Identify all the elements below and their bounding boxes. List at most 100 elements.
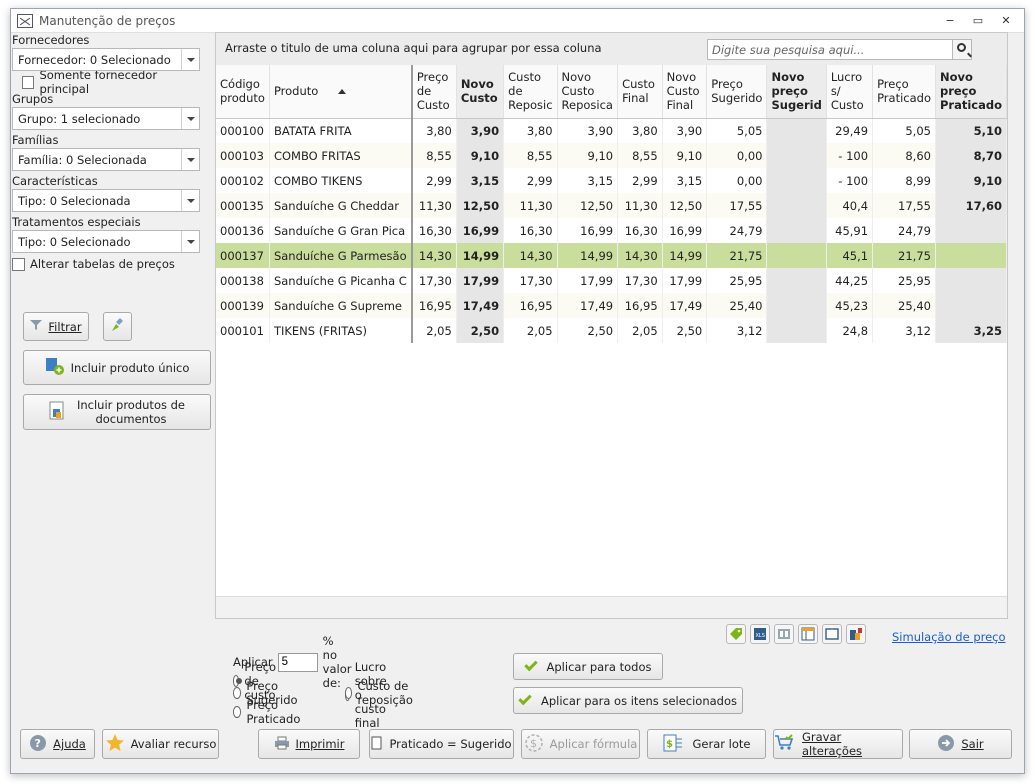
- cell-novo-custo-final[interactable]: 3,15: [662, 168, 708, 193]
- grupo-combo[interactable]: Grupo: 1 selecionado: [12, 107, 200, 130]
- cell-codigo[interactable]: 000138: [216, 268, 270, 293]
- table-row[interactable]: 000100 BATATA FRITA 3,80 3,90 3,80 3,90 3,80 3,…: [216, 118, 1008, 143]
- cell-novo-preco-praticado[interactable]: 8,70: [935, 143, 1008, 168]
- table-row[interactable]: 000139 Sanduíche G Supreme 16,95 17,49 16,95…: [216, 293, 1008, 318]
- cell-preco-praticado[interactable]: 3,12: [872, 318, 936, 343]
- cell-novo-custo-reposicao[interactable]: 16,99: [557, 218, 619, 243]
- cell-custo-final[interactable]: 14,30: [617, 243, 663, 268]
- search-button[interactable]: [952, 39, 972, 60]
- cell-preco-custo[interactable]: 8,55: [411, 143, 457, 168]
- cell-produto[interactable]: BATATA FRITA: [269, 118, 413, 143]
- cell-preco-sugerido[interactable]: 21,75: [706, 243, 768, 268]
- col-produto[interactable]: Produto: [269, 65, 413, 119]
- cell-custo-reposicao[interactable]: 16,30: [503, 218, 558, 243]
- cell-novo-custo[interactable]: 14,99: [456, 243, 505, 268]
- sair-button[interactable]: Sair: [909, 729, 1012, 759]
- imprimir-button[interactable]: Imprimir: [258, 729, 360, 759]
- chevron-down-icon[interactable]: [181, 231, 199, 252]
- cell-novo-preco-sugerido[interactable]: [766, 118, 827, 143]
- cell-produto[interactable]: TIKENS (FRITAS): [269, 318, 413, 343]
- radio-preco-praticado[interactable]: Preço Praticado: [233, 698, 304, 726]
- cell-novo-custo[interactable]: 9,10: [456, 143, 505, 168]
- frame-icon[interactable]: [822, 624, 842, 644]
- cell-lucro-custo[interactable]: 40,4: [826, 193, 874, 218]
- col-novo-preco-sugerido[interactable]: Novo preço Sugerid: [766, 65, 827, 119]
- cell-novo-custo-final[interactable]: 17,49: [662, 293, 708, 318]
- cell-preco-sugerido[interactable]: 0,00: [706, 143, 768, 168]
- table-row[interactable]: 000136 Sanduíche G Gran Pica 16,30 16,99 16,…: [216, 218, 1008, 243]
- col-novo-custo[interactable]: Novo Custo: [456, 65, 505, 119]
- cell-custo-final[interactable]: 11,30: [617, 193, 663, 218]
- cell-lucro-custo[interactable]: - 100: [826, 168, 874, 193]
- incluir-produtos-documentos-button[interactable]: Incluir produtos de documentos: [23, 394, 211, 430]
- cell-preco-custo[interactable]: 17,30: [411, 268, 457, 293]
- cell-custo-final[interactable]: 17,30: [617, 268, 663, 293]
- percent-input[interactable]: [277, 652, 318, 672]
- cell-novo-preco-praticado[interactable]: 17,60: [935, 193, 1008, 218]
- cell-preco-custo[interactable]: 2,05: [411, 318, 457, 343]
- cell-lucro-custo[interactable]: 45,91: [826, 218, 874, 243]
- cell-novo-custo[interactable]: 12,50: [456, 193, 505, 218]
- cell-codigo[interactable]: 000137: [216, 243, 270, 268]
- table-row[interactable]: 000101 TIKENS (FRITAS) 2,05 2,50 2,05 2,50 2,0…: [216, 318, 1008, 343]
- cell-novo-preco-praticado[interactable]: [935, 293, 1008, 318]
- cell-preco-praticado[interactable]: 21,75: [872, 243, 936, 268]
- cell-preco-custo[interactable]: 16,30: [411, 218, 457, 243]
- cell-custo-final[interactable]: 2,99: [617, 168, 663, 193]
- cell-lucro-custo[interactable]: 45,23: [826, 293, 874, 318]
- cell-preco-sugerido[interactable]: 3,12: [706, 318, 768, 343]
- cell-novo-custo[interactable]: 16,99: [456, 218, 505, 243]
- cell-novo-preco-praticado[interactable]: [935, 218, 1008, 243]
- fornecedor-combo[interactable]: Fornecedor: 0 Selecionado: [12, 48, 200, 71]
- layout-icon[interactable]: [798, 624, 818, 644]
- cell-preco-custo[interactable]: 2,99: [411, 168, 457, 193]
- tratamento-combo[interactable]: Tipo: 0 Selecionado: [12, 230, 200, 253]
- cell-novo-custo-final[interactable]: 17,99: [662, 268, 708, 293]
- cell-lucro-custo[interactable]: 24,8: [826, 318, 874, 343]
- col-novo-custo-reposicao[interactable]: Novo Custo Reposica: [557, 65, 619, 119]
- cell-codigo[interactable]: 000103: [216, 143, 270, 168]
- familia-combo[interactable]: Família: 0 Selecionada: [12, 148, 200, 171]
- cell-codigo[interactable]: 000100: [216, 118, 270, 143]
- cell-novo-custo-final[interactable]: 14,99: [662, 243, 708, 268]
- cell-novo-custo-final[interactable]: 3,90: [662, 118, 708, 143]
- incluir-produto-unico-button[interactable]: Incluir produto único: [23, 350, 211, 385]
- cell-custo-reposicao[interactable]: 3,80: [503, 118, 558, 143]
- cell-novo-preco-sugerido[interactable]: [766, 318, 827, 343]
- close-button[interactable]: ✕: [992, 12, 1020, 30]
- cell-novo-custo[interactable]: 17,99: [456, 268, 505, 293]
- cell-produto[interactable]: COMBO FRITAS: [269, 143, 413, 168]
- table-row[interactable]: 000138 Sanduíche G Picanha C 17,30 17,99 17,…: [216, 268, 1008, 293]
- cell-novo-custo-reposicao[interactable]: 12,50: [557, 193, 619, 218]
- col-codigo[interactable]: Código produto: [216, 65, 270, 119]
- cell-novo-custo-reposicao[interactable]: 17,99: [557, 268, 619, 293]
- products-icon[interactable]: [846, 624, 866, 644]
- col-novo-preco-praticado[interactable]: Novo preço Praticado: [935, 65, 1008, 119]
- col-preco-custo[interactable]: Preço de Custo: [411, 65, 457, 119]
- cell-preco-sugerido[interactable]: 24,79: [706, 218, 768, 243]
- cell-custo-final[interactable]: 2,05: [617, 318, 663, 343]
- chevron-down-icon[interactable]: [181, 108, 199, 129]
- cell-preco-custo[interactable]: 11,30: [411, 193, 457, 218]
- cell-custo-final[interactable]: 8,55: [617, 143, 663, 168]
- cell-custo-reposicao[interactable]: 11,30: [503, 193, 558, 218]
- aplicar-selecionados-button[interactable]: Aplicar para os itens selecionados: [513, 687, 743, 714]
- avaliar-recurso-button[interactable]: Avaliar recurso: [102, 729, 219, 759]
- col-custo-final[interactable]: Custo Final: [617, 65, 663, 119]
- cell-novo-custo-reposicao[interactable]: 14,99: [557, 243, 619, 268]
- cell-preco-sugerido[interactable]: 17,55: [706, 193, 768, 218]
- cell-lucro-custo[interactable]: 44,25: [826, 268, 874, 293]
- cell-produto[interactable]: Sanduíche G Parmesão: [269, 243, 413, 268]
- cell-preco-sugerido[interactable]: 0,00: [706, 168, 768, 193]
- cell-novo-preco-sugerido[interactable]: [766, 218, 827, 243]
- cell-custo-final[interactable]: 16,95: [617, 293, 663, 318]
- aplicar-formula-button[interactable]: $ Aplicar fórmula: [521, 729, 640, 759]
- cell-preco-custo[interactable]: 3,80: [411, 118, 457, 143]
- cell-custo-final[interactable]: 16,30: [617, 218, 663, 243]
- cell-preco-sugerido[interactable]: 5,05: [706, 118, 768, 143]
- cell-custo-final[interactable]: 3,80: [617, 118, 663, 143]
- cell-produto[interactable]: Sanduíche G Cheddar: [269, 193, 413, 218]
- cell-preco-praticado[interactable]: 25,95: [872, 268, 936, 293]
- cell-preco-praticado[interactable]: 24,79: [872, 218, 936, 243]
- cell-preco-sugerido[interactable]: 25,40: [706, 293, 768, 318]
